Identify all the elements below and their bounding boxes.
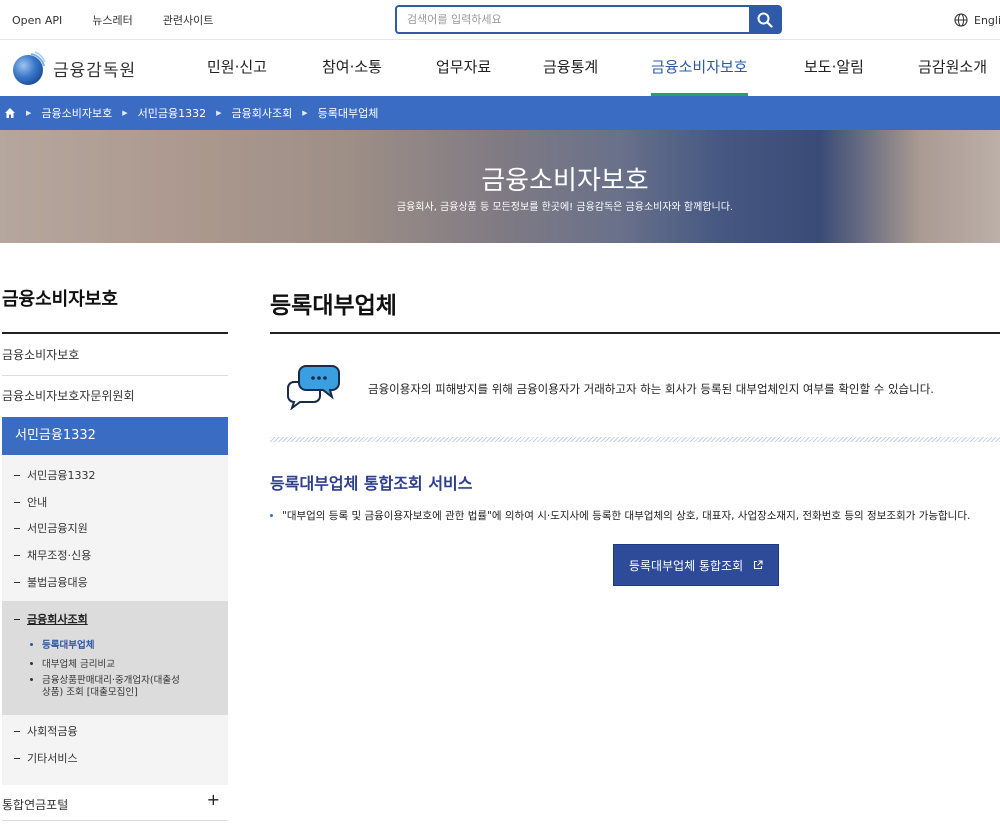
breadcrumb-label: 서민금융1332	[137, 107, 207, 120]
sub-item[interactable]: 사회적금융	[14, 723, 78, 739]
logo-emblem-icon	[13, 51, 46, 85]
divider	[270, 332, 1000, 334]
related-sites-link[interactable]: 관련사이트	[163, 12, 214, 28]
section-bullet: "대부업의 등록 및 금융이용자보호에 관한 법률"에 의하여 시·도지사에 등…	[270, 508, 970, 523]
main-nav: 민원·신고 참여·소통 업무자료 금융통계 금융소비자보호 보도·알림 금감원소…	[0, 40, 1000, 96]
nav-item-about[interactable]: 금감원소개	[918, 40, 987, 96]
sub-item-label: 불법금융대응	[27, 576, 88, 589]
sub-item[interactable]: 안내	[14, 494, 47, 510]
nav-item-consumer-protection[interactable]: 금융소비자보호	[651, 40, 748, 96]
third-item-label: 대부업체 금리비교	[42, 659, 115, 670]
sub-item[interactable]: 서민금융1332	[14, 467, 95, 483]
logo-text: 금융감독원	[53, 60, 137, 81]
main-content: 등록대부업체 금융이용자의 피해방지를 위해 금융이용자가 거래하고자 하는 회…	[270, 243, 1000, 836]
hero-banner: 금융소비자보호 금융회사, 금융상품 등 모든정보를 한곳에! 금융감독은 금융…	[0, 130, 1000, 243]
breadcrumb: ▶ 금융소비자보호 ▶ 서민금융1332 ▶ 금융회사조회 ▶ 등록대부업체	[0, 96, 1000, 130]
search-button[interactable]	[749, 7, 780, 32]
open-api-link[interactable]: Open API	[12, 14, 62, 27]
third-item[interactable]: 대부업체 금리비교	[30, 656, 115, 670]
sub-item[interactable]: 서민금융지원	[14, 520, 88, 536]
section-bullet-text: "대부업의 등록 및 금융이용자보호에 관한 법률"에 의하여 시·도지사에 등…	[282, 510, 971, 522]
side-item-active[interactable]: 서민금융1332	[2, 417, 228, 455]
side-item-pension-portal[interactable]: 통합연금포털 +	[2, 789, 228, 821]
sub-item-label: 사회적금융	[27, 725, 78, 738]
breadcrumb-label: 금융소비자보호	[41, 107, 113, 120]
section-title: 등록대부업체 통합조회 서비스	[270, 474, 473, 493]
side-nav: 금융소비자보호 금융소비자보호 금융소비자보호자문위원회 서민금융1332 서민…	[2, 243, 228, 836]
nav-item-participation[interactable]: 참여·소통	[322, 40, 382, 96]
sub-item[interactable]: 기타서비스	[14, 750, 78, 766]
home-icon[interactable]	[4, 107, 16, 119]
language-label: English	[974, 13, 1000, 27]
third-item-label: 등록대부업체	[42, 640, 95, 651]
sub-item-label: 채무조정·신용	[27, 549, 92, 562]
third-item-label-cont: 상품) 조회 [대출모집인]	[42, 687, 138, 698]
sub-item-label: 서민금융1332	[27, 469, 96, 482]
sub-group-financial-company-lookup: 금융회사조회 등록대부업체 대부업체 금리비교 금융상품판매대리·중개업자(대출…	[2, 601, 228, 715]
breadcrumb-label: 등록대부업체	[317, 107, 379, 120]
side-item-consumer-protection[interactable]: 금융소비자보호	[2, 334, 228, 376]
nav-item-complaints[interactable]: 민원·신고	[207, 40, 267, 96]
breadcrumb-item[interactable]: ▶ 금융회사조회	[206, 105, 292, 121]
intro-text: 금융이용자의 피해방지를 위해 금융이용자가 거래하고자 하는 회사가 등록된 …	[368, 382, 934, 396]
page-title: 등록대부업체	[270, 293, 397, 319]
banner-title: 금융소비자보호	[481, 166, 649, 196]
integrated-lookup-button[interactable]: 등록대부업체 통합조회	[613, 544, 779, 586]
sub-item-label: 안내	[27, 496, 48, 509]
utility-links: Open API 뉴스레터 관련사이트	[12, 0, 213, 40]
logo[interactable]: 금융감독원	[9, 50, 136, 86]
header: 민원·신고 참여·소통 업무자료 금융통계 금융소비자보호 보도·알림 금감원소…	[0, 40, 1000, 96]
side-sub-list: 서민금융1332 안내 서민금융지원 채무조정·신용 불법금융대응 금융회사조회…	[2, 455, 228, 785]
search-icon	[757, 12, 773, 28]
breadcrumb-item-current[interactable]: ▶ 등록대부업체	[292, 105, 378, 121]
breadcrumb-item[interactable]: ▶ 금융소비자보호	[16, 105, 112, 121]
chat-bubbles-icon	[287, 365, 340, 410]
search-input[interactable]	[397, 7, 749, 32]
search-box	[395, 5, 782, 34]
sub-group-title-label: 금융회사조회	[27, 613, 88, 626]
plus-icon: +	[206, 790, 220, 809]
dotted-divider	[270, 437, 1000, 442]
third-item-current[interactable]: 등록대부업체	[30, 637, 94, 651]
globe-icon	[954, 13, 968, 27]
banner-subtitle: 금융회사, 금융상품 등 모든정보를 한곳에! 금융감독은 금융소비자와 함께합…	[396, 202, 734, 213]
breadcrumb-item[interactable]: ▶ 서민금융1332	[112, 105, 206, 121]
language-switch[interactable]: English	[954, 0, 1000, 40]
nav-item-statistics[interactable]: 금융통계	[543, 40, 598, 96]
sub-item[interactable]: 채무조정·신용	[14, 547, 91, 563]
integrated-lookup-label: 등록대부업체 통합조회	[628, 558, 744, 573]
breadcrumb-label: 금융회사조회	[231, 107, 293, 120]
side-item-label: 통합연금포털	[2, 798, 69, 812]
third-item-label: 금융상품판매대리·중개업자(대출성	[42, 675, 180, 686]
newsletter-link[interactable]: 뉴스레터	[92, 12, 132, 28]
side-nav-title: 금융소비자보호	[2, 289, 118, 310]
sub-item-label: 기타서비스	[27, 752, 78, 765]
side-item-advisory-committee[interactable]: 금융소비자보호자문위원회	[2, 376, 228, 417]
sub-item-label: 서민금융지원	[27, 522, 88, 535]
nav-item-business-data[interactable]: 업무자료	[436, 40, 491, 96]
sub-item[interactable]: 불법금융대응	[14, 574, 88, 590]
third-item[interactable]: 금융상품판매대리·중개업자(대출성 상품) 조회 [대출모집인]	[30, 675, 180, 699]
external-link-icon	[754, 560, 763, 570]
nav-item-press[interactable]: 보도·알림	[804, 40, 864, 96]
sub-group-title[interactable]: 금융회사조회	[14, 611, 88, 627]
utility-bar: Open API 뉴스레터 관련사이트 English	[0, 0, 1000, 40]
